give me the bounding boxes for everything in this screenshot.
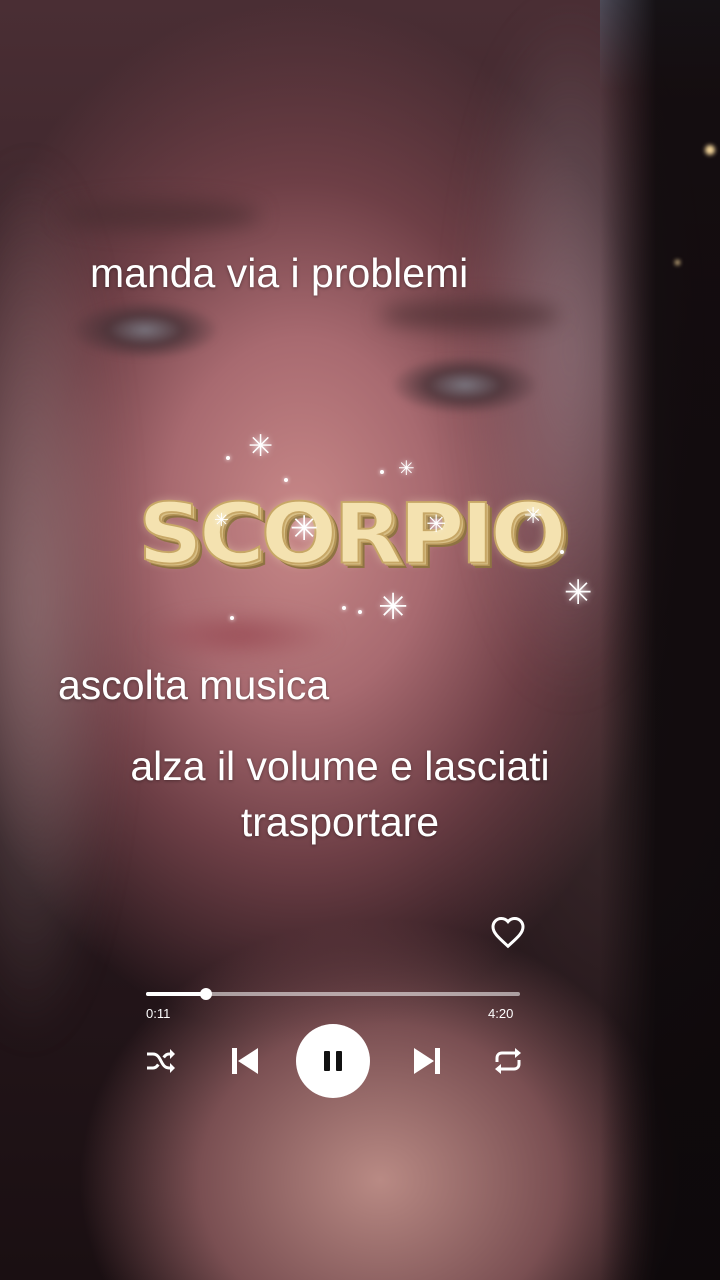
caption-line-3: alza il volume e lasciati trasportare bbox=[130, 743, 550, 845]
background-light bbox=[705, 145, 715, 155]
total-time: 4:20 bbox=[488, 1006, 514, 1021]
background-video bbox=[0, 0, 720, 1280]
pause-icon bbox=[324, 1051, 342, 1071]
repeat-button[interactable] bbox=[490, 1044, 526, 1078]
repeat-icon bbox=[495, 1048, 521, 1074]
background-eye-left bbox=[70, 300, 220, 360]
sparkle-dot bbox=[380, 470, 384, 474]
next-button[interactable] bbox=[408, 1042, 446, 1080]
caption-line-2: ascolta musica bbox=[58, 662, 330, 708]
skip-next-icon bbox=[414, 1048, 440, 1074]
shuffle-icon bbox=[147, 1049, 175, 1073]
progress-bar[interactable] bbox=[146, 988, 520, 1000]
sparkle-dot bbox=[342, 606, 346, 610]
sparkle-dot bbox=[230, 616, 234, 620]
elapsed-time: 0:11 bbox=[146, 1006, 171, 1021]
sparkle-dot bbox=[226, 456, 230, 460]
sparkle-icon: ✳ bbox=[214, 510, 230, 531]
scorpio-sticker: SCORPIO ✳ ✳ ✳ ✳ ✳ ✳ ✳ ✳ bbox=[130, 430, 610, 630]
previous-button[interactable] bbox=[226, 1042, 264, 1080]
sticker-word: SCORPIO bbox=[137, 485, 568, 583]
sparkle-icon: ✳ bbox=[248, 429, 274, 464]
shuffle-button[interactable] bbox=[143, 1044, 179, 1078]
caption-line-1: manda via i problemi bbox=[90, 250, 469, 296]
sparkle-icon: ✳ bbox=[398, 456, 415, 480]
sparkle-icon: ✳ bbox=[426, 510, 447, 538]
background-shadow bbox=[600, 0, 720, 1280]
sparkle-dot bbox=[284, 478, 288, 482]
sparkle-dot bbox=[358, 610, 362, 614]
heart-icon[interactable] bbox=[490, 915, 526, 949]
progress-knob[interactable] bbox=[199, 988, 212, 1000]
sparkle-icon: ✳ bbox=[378, 587, 409, 628]
progress-fill bbox=[146, 992, 206, 996]
sparkle-icon: ✳ bbox=[524, 504, 543, 529]
pause-button[interactable] bbox=[296, 1024, 370, 1098]
sparkle-dot bbox=[560, 550, 564, 554]
sparkle-icon: ✳ bbox=[290, 509, 319, 549]
skip-previous-icon bbox=[232, 1048, 258, 1074]
sparkle-icon: ✳ bbox=[564, 573, 593, 613]
background-brow-left bbox=[60, 200, 260, 230]
background-light bbox=[675, 260, 680, 265]
background-brow-right bbox=[380, 300, 560, 330]
background-eye-right bbox=[390, 355, 540, 415]
